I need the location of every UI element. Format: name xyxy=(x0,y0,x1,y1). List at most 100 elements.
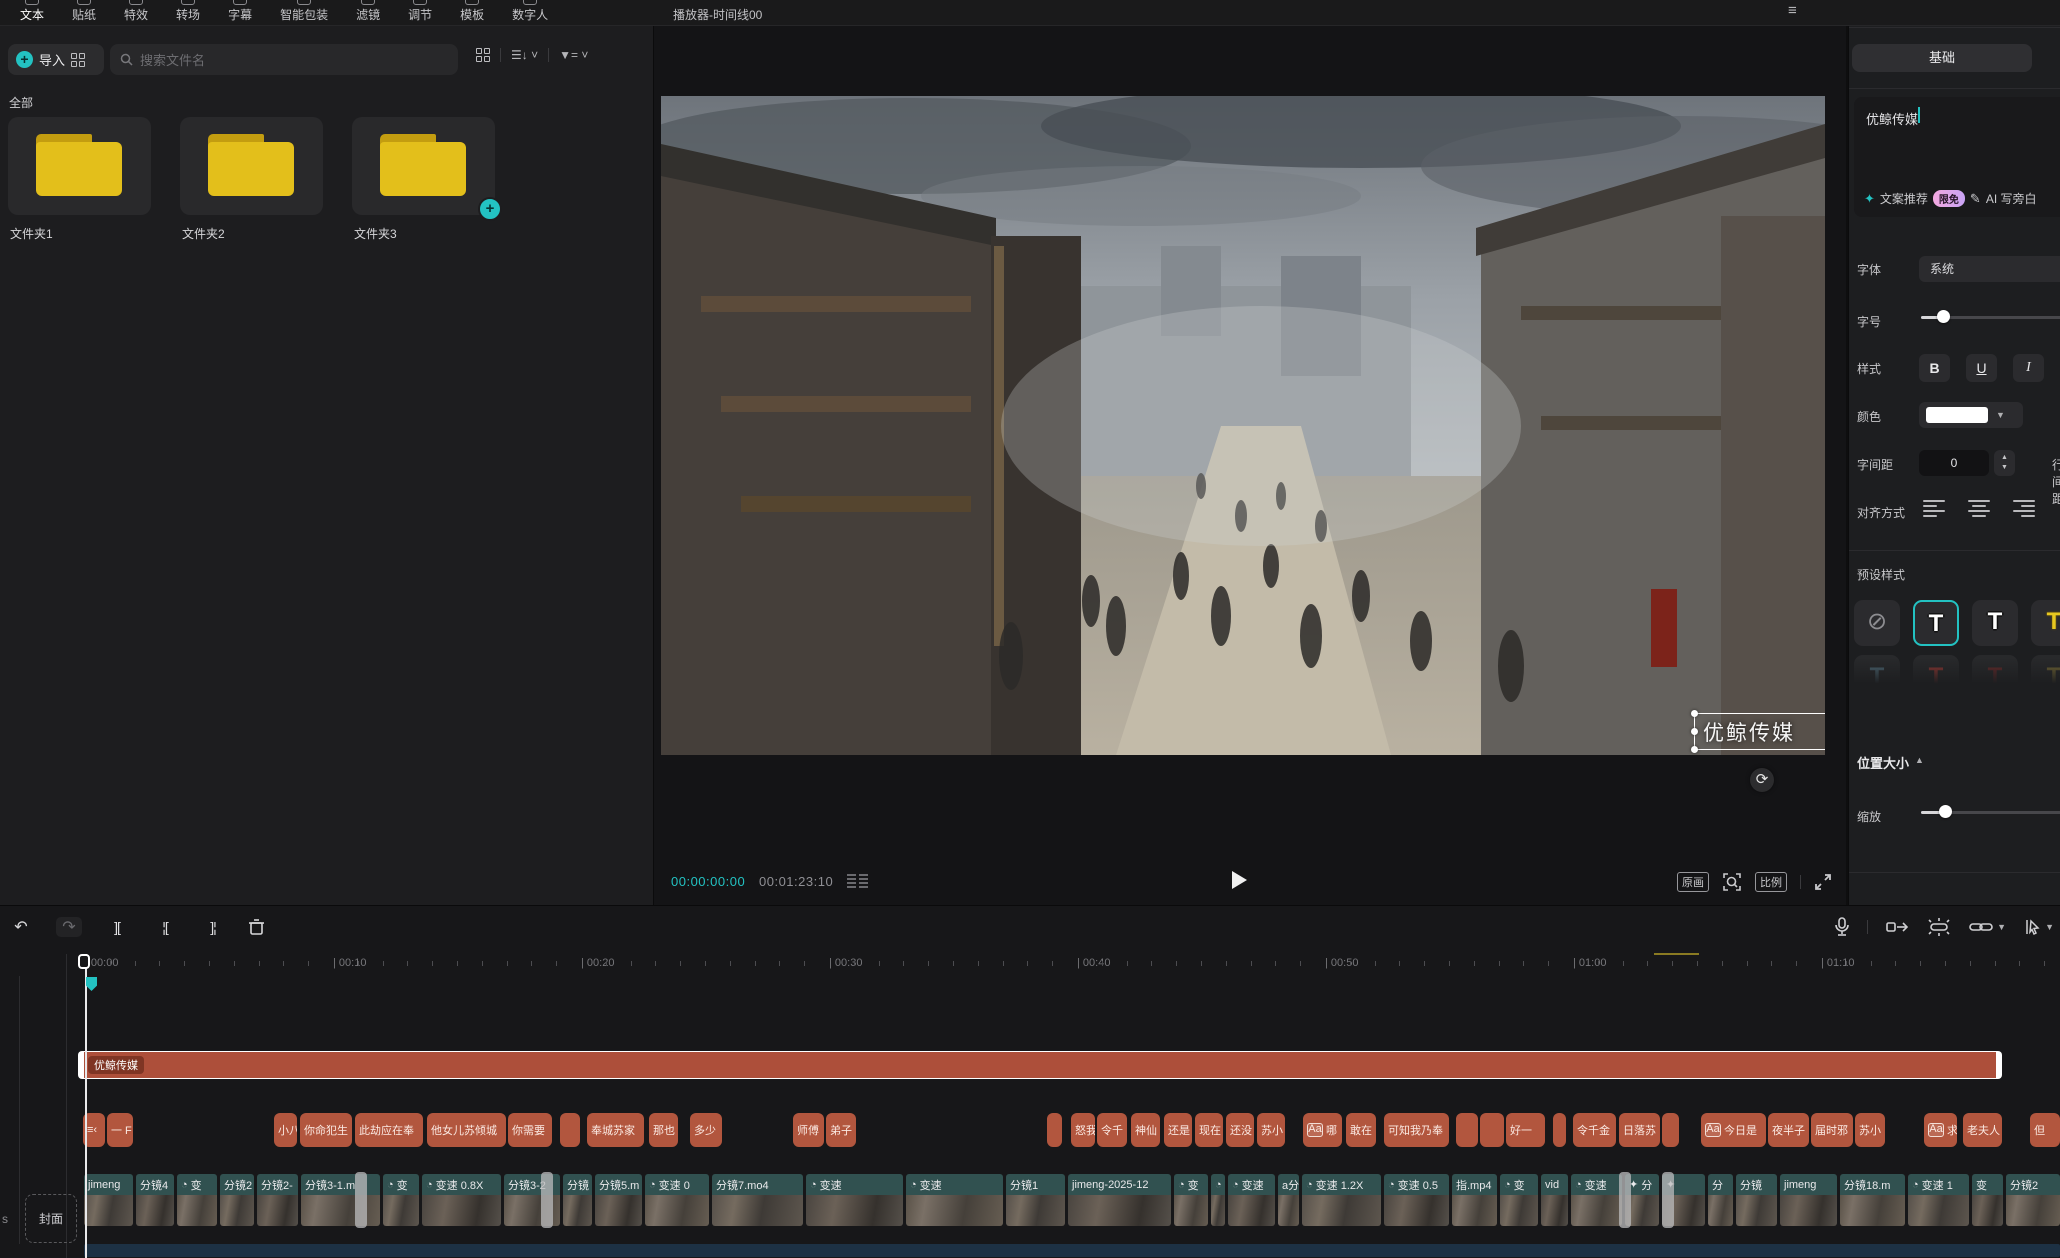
subtitle-clip[interactable]: Aa今日是 xyxy=(1701,1113,1766,1147)
underline-button[interactable]: U xyxy=(1966,354,1997,382)
video-clip[interactable]: ◔变速 0.5 xyxy=(1384,1174,1449,1226)
split-right-icon[interactable]: ]¦ xyxy=(200,919,226,935)
position-size-header[interactable]: 位置大小 xyxy=(1857,753,1909,772)
subtitle-clip[interactable] xyxy=(560,1113,580,1147)
collapse-icon[interactable]: ▲ xyxy=(1915,755,1924,765)
menu-icon[interactable]: ≡ xyxy=(1788,2,1798,19)
subtitle-clip[interactable]: 多少 xyxy=(690,1113,722,1147)
subtitle-clip[interactable]: 你命犯生 xyxy=(300,1113,352,1147)
subtitle-clip[interactable]: 可知我乃奉 xyxy=(1384,1113,1449,1147)
font-size-slider[interactable] xyxy=(1921,310,2060,324)
subtitle-clip[interactable]: 神仙 xyxy=(1131,1113,1160,1147)
subtitle-clip[interactable]: 老夫人 xyxy=(1963,1113,2002,1147)
subtitle-clip[interactable]: 奉城苏家 xyxy=(587,1113,644,1147)
menu-item-调节[interactable]: 调节 xyxy=(394,0,446,23)
subtitle-clip[interactable]: 令千金 xyxy=(1573,1113,1616,1147)
subtitle-clip[interactable]: Aa哪 xyxy=(1303,1113,1342,1147)
subtitle-clip[interactable]: 苏小 xyxy=(1257,1113,1285,1147)
subtitle-clip[interactable]: 好一 xyxy=(1506,1113,1545,1147)
video-clip[interactable]: ◔变速 1.2X xyxy=(1302,1174,1381,1226)
menu-item-字幕[interactable]: 字幕 xyxy=(214,0,266,23)
font-select[interactable]: 系统 xyxy=(1919,256,2060,282)
split-left-icon[interactable]: ¦[ xyxy=(152,919,178,935)
video-clip[interactable]: 指.mp4 xyxy=(1452,1174,1497,1226)
preset-style-tile-0[interactable]: ⊘ xyxy=(1854,600,1900,646)
folder-card-3[interactable]: +文件夹3 xyxy=(352,117,495,215)
record-voice-icon[interactable] xyxy=(1834,917,1850,937)
subtitle-clip[interactable]: 日落苏 xyxy=(1619,1113,1660,1147)
subtitle-clip[interactable]: 他女儿苏倾城 xyxy=(427,1113,506,1147)
keyframe-marker[interactable] xyxy=(86,977,97,991)
video-clip[interactable]: 变 xyxy=(1972,1174,2003,1226)
video-clip[interactable]: 分镜3-1.m xyxy=(301,1174,380,1226)
spacing-stepper[interactable]: ▲▼ xyxy=(1994,450,2015,476)
subtitle-clip[interactable]: 还没 xyxy=(1226,1113,1254,1147)
video-clip[interactable]: 分镜18.m xyxy=(1840,1174,1905,1226)
cover-button[interactable]: 封面 xyxy=(25,1194,77,1243)
video-clip[interactable]: a分 xyxy=(1278,1174,1299,1226)
link-dropdown[interactable]: ▼ xyxy=(1969,921,2006,933)
video-clip[interactable]: jimeng xyxy=(84,1174,133,1226)
playhead-line[interactable] xyxy=(85,954,87,1258)
search-input[interactable]: 搜索文件名 xyxy=(110,44,458,75)
video-clip[interactable]: 分镜5.m xyxy=(595,1174,642,1226)
align-left-icon[interactable] xyxy=(1923,500,1945,516)
letter-spacing-input[interactable]: 0 xyxy=(1919,450,1989,476)
transition-handle[interactable] xyxy=(1662,1172,1674,1228)
align-center-icon[interactable] xyxy=(1968,500,1990,516)
scale-slider[interactable] xyxy=(1921,805,2060,819)
text-content-input[interactable]: 优鲸传媒 ✦ 文案推荐 限免 ✎ AI 写旁白 xyxy=(1854,97,2060,217)
menu-item-转场[interactable]: 转场 xyxy=(162,0,214,23)
menu-item-智能包装[interactable]: 智能包装 xyxy=(266,0,342,23)
color-picker[interactable]: ▼ xyxy=(1919,402,2023,428)
playhead-handle[interactable] xyxy=(78,954,90,969)
video-clip[interactable]: 分镜4 xyxy=(136,1174,174,1226)
video-clip[interactable]: 分镜2 xyxy=(220,1174,254,1226)
video-clip[interactable]: 分镜2 xyxy=(2006,1174,2060,1226)
video-clip[interactable]: ◔变 xyxy=(1174,1174,1208,1226)
frame-view-icon[interactable] xyxy=(847,874,868,889)
menu-item-贴纸[interactable]: 贴纸 xyxy=(58,0,110,23)
copy-suggest-button[interactable]: 文案推荐 xyxy=(1880,190,1928,207)
video-clip[interactable]: ◔变速 xyxy=(1571,1174,1622,1226)
ai-write-button[interactable]: AI 写旁白 xyxy=(1986,190,2037,207)
bold-button[interactable]: B xyxy=(1919,354,1950,382)
subtitle-clip[interactable]: 小八 xyxy=(274,1113,297,1147)
subtitle-clip[interactable] xyxy=(1456,1113,1478,1147)
selection-handle[interactable] xyxy=(1691,728,1698,735)
menu-item-模板[interactable]: 模板 xyxy=(446,0,498,23)
sort-icon[interactable]: ☰↓ ˅ xyxy=(511,48,538,62)
subtitle-clip[interactable]: 现在 xyxy=(1195,1113,1223,1147)
subtitle-clip[interactable]: 师傅 xyxy=(793,1113,824,1147)
text-track-clip[interactable]: 优鲸传媒 xyxy=(84,1051,1996,1079)
subtitle-clip[interactable]: 你需要 xyxy=(508,1113,552,1147)
video-clip[interactable]: 分镜7.mo4 xyxy=(712,1174,803,1226)
menu-item-文本[interactable]: 文本 xyxy=(6,0,58,23)
fullscreen-icon[interactable] xyxy=(1814,873,1832,891)
split-icon[interactable]: ][ xyxy=(104,919,130,935)
delete-icon[interactable] xyxy=(248,918,265,936)
preset-style-tile-2[interactable]: T xyxy=(1972,600,2018,646)
text-overlay-selection[interactable]: 优鲸传媒 xyxy=(1694,713,1825,750)
menu-item-特效[interactable]: 特效 xyxy=(110,0,162,23)
subtitle-clip[interactable]: 此劫应在奉 xyxy=(355,1113,423,1147)
audio-track-clip[interactable] xyxy=(84,1244,2060,1257)
subtitle-clip[interactable]: 夜半子 xyxy=(1768,1113,1809,1147)
transition-handle[interactable] xyxy=(541,1172,553,1228)
subtitle-clip[interactable]: 弟子 xyxy=(826,1113,856,1147)
preset-style-tile-3[interactable]: T xyxy=(2031,600,2060,646)
video-clip[interactable]: ◔变速 xyxy=(1228,1174,1275,1226)
original-quality-button[interactable]: 原画 xyxy=(1677,872,1709,892)
subtitle-clip[interactable]: 敢在 xyxy=(1346,1113,1376,1147)
video-preview[interactable]: 优鲸传媒 xyxy=(661,96,1825,755)
preview-zoom-icon[interactable] xyxy=(1722,872,1742,892)
subtitle-clip[interactable]: 苏小 xyxy=(1855,1113,1885,1147)
subtitle-clip[interactable] xyxy=(1553,1113,1566,1147)
tab-basic[interactable]: 基础 xyxy=(1852,44,2032,72)
subtitle-clip[interactable]: 还是 xyxy=(1164,1113,1192,1147)
video-clip[interactable]: ◔变 xyxy=(1500,1174,1538,1226)
video-clip[interactable]: ◔变 xyxy=(383,1174,419,1226)
italic-button[interactable]: I xyxy=(2013,354,2044,382)
subtitle-clip[interactable]: 怒我 xyxy=(1071,1113,1095,1147)
video-clip[interactable]: ◔变速 0 xyxy=(645,1174,709,1226)
